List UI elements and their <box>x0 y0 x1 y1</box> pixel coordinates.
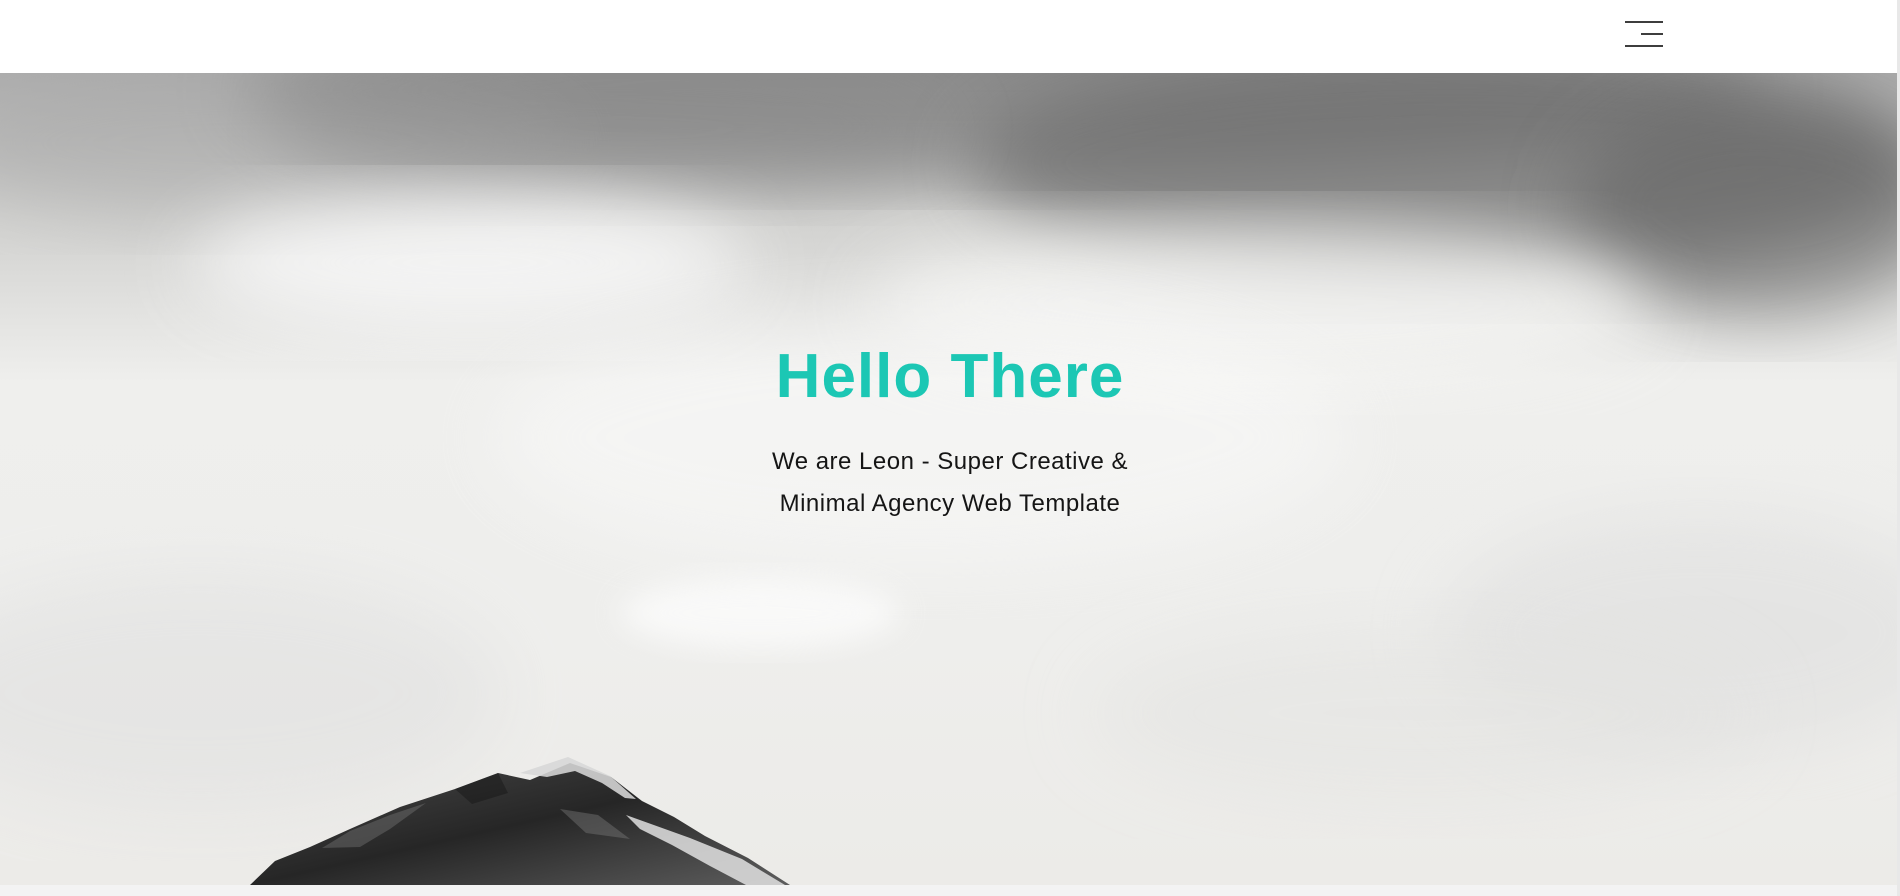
hero-content: Hello There We are Leon - Super Creative… <box>650 341 1250 525</box>
landing-page: Hello There We are Leon - Super Creative… <box>0 0 1900 896</box>
hamburger-menu-button[interactable] <box>1618 16 1672 52</box>
hero-subtitle: We are Leon - Super Creative & Minimal A… <box>740 441 1160 525</box>
hero-subtitle-line-1: We are Leon - Super Creative & <box>771 448 1129 475</box>
hamburger-menu-icon <box>1625 21 1663 47</box>
hero-section: Hello There We are Leon - Super Creative… <box>0 73 1900 885</box>
bottom-strip <box>0 885 1900 896</box>
hero-title: Hello There <box>775 342 1125 411</box>
top-navigation-bar <box>0 0 1900 73</box>
hero-subtitle-line-2: Minimal Agency Web Template <box>779 490 1121 517</box>
